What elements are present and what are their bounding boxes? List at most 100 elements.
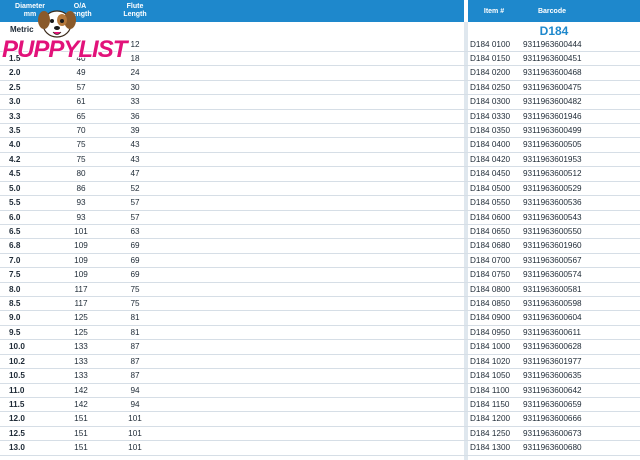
oa-length-cell: 151 <box>74 428 88 438</box>
table-row: 11.0 142 94 D184 1100 9311963600642 <box>0 384 640 398</box>
item-number-cell: D184 0350 <box>470 126 511 136</box>
oa-length-cell: 133 <box>74 371 88 381</box>
oa-length-cell: 117 <box>74 299 88 309</box>
flute-length-cell: 33 <box>130 97 140 107</box>
flute-length-cell: 57 <box>130 198 140 208</box>
flute-length-cell: 81 <box>130 313 140 323</box>
item-number-cell: D184 0150 <box>470 53 511 63</box>
barcode-cell: 9311963600475 <box>523 82 582 92</box>
flute-length-cell: 75 <box>130 299 140 309</box>
barcode-cell: 9311963600444 <box>523 39 582 49</box>
item-number-cell: D184 0250 <box>470 82 511 92</box>
oa-length-cell: 109 <box>74 270 88 280</box>
item-number-cell: D184 0200 <box>470 68 511 78</box>
flute-length-cell: 52 <box>130 183 140 193</box>
flute-length-cell: 47 <box>130 169 140 179</box>
oa-length-cell: 61 <box>76 97 86 107</box>
oa-length-cell: 133 <box>74 356 88 366</box>
flute-length-cell: 101 <box>128 414 142 424</box>
table-row: 10.5 133 87 D184 1050 9311963600635 <box>0 369 640 384</box>
oa-length-cell: 86 <box>76 183 86 193</box>
diameter-cell: 8.0 <box>9 284 21 294</box>
barcode-cell: 9311963600673 <box>523 428 582 438</box>
flute-length-cell: 43 <box>130 154 140 164</box>
barcode-cell: 9311963600574 <box>523 270 582 280</box>
diameter-cell: 4.2 <box>9 154 21 164</box>
oa-length-cell: 80 <box>76 169 86 179</box>
oa-length-cell: 70 <box>76 126 86 136</box>
flute-length-cell: 43 <box>130 140 140 150</box>
flute-length-cell: 75 <box>130 284 140 294</box>
table-row: 12.0 151 101 D184 1200 9311963600666 <box>0 412 640 427</box>
barcode-cell: 9311963600659 <box>523 400 582 409</box>
table-row: 9.0 125 81 D184 0900 9311963600604 <box>0 311 640 326</box>
oa-length-cell: 49 <box>76 68 86 78</box>
diameter-cell: 12.5 <box>9 428 25 438</box>
item-number-cell: D184 1100 <box>470 385 510 395</box>
oa-length-cell: 133 <box>74 342 88 352</box>
flute-length-cell: 39 <box>130 126 140 136</box>
barcode-cell: 9311963600550 <box>523 226 582 236</box>
flute-length-cell: 101 <box>128 428 142 438</box>
item-number-cell: D184 0500 <box>470 183 511 193</box>
flute-length-cell: 69 <box>130 255 140 265</box>
flute-length-cell: 101 <box>128 443 142 453</box>
flute-length-cell: 94 <box>130 400 140 409</box>
table-row: 12.5 151 101 D184 1250 9311963600673 <box>0 427 640 442</box>
item-number-cell: D184 0680 <box>470 241 511 251</box>
item-number-cell: D184 1250 <box>470 428 511 438</box>
oa-length-cell: 75 <box>76 154 86 164</box>
table-row: 6.5 101 63 D184 0650 9311963600550 <box>0 225 640 240</box>
table-row: 11.5 142 94 D184 1150 9311963600659 <box>0 398 640 413</box>
item-number-cell: D184 0100 <box>470 39 511 49</box>
barcode-cell: 9311963600581 <box>523 284 582 294</box>
diameter-cell: 6.5 <box>9 226 21 236</box>
item-number-cell: D184 1300 <box>470 443 511 453</box>
diameter-cell: 4.0 <box>9 140 21 150</box>
item-number-cell: D184 0950 <box>470 327 511 337</box>
barcode-cell: 9311963600680 <box>523 443 582 453</box>
oa-length-cell: 125 <box>74 327 88 337</box>
diameter-cell: 7.0 <box>9 255 21 265</box>
item-number-cell: D184 0850 <box>470 299 511 309</box>
diameter-cell: 12.0 <box>9 414 25 424</box>
diameter-cell: 9.5 <box>9 327 21 337</box>
diameter-cell: 10.0 <box>9 342 25 352</box>
barcode-cell: 9311963600598 <box>523 299 582 309</box>
flute-length-cell: 30 <box>130 82 140 92</box>
barcode-cell: 9311963601946 <box>523 111 582 121</box>
table-row: 3.0 61 33 D184 0300 9311963600482 <box>0 95 640 110</box>
barcode-cell: 9311963600468 <box>523 68 582 78</box>
barcode-cell: 9311963600635 <box>523 371 582 381</box>
barcode-cell: 9311963600512 <box>523 169 582 179</box>
oa-length-cell: 101 <box>74 226 88 236</box>
puppylist-logo: PUPPYLIST <box>1 6 132 64</box>
flute-length-cell: 57 <box>130 212 140 222</box>
table-row: 3.5 70 39 D184 0350 9311963600499 <box>0 124 640 139</box>
table-row: 4.2 75 43 D184 0420 9311963601953 <box>0 153 640 168</box>
diameter-cell: 3.3 <box>9 111 21 121</box>
oa-length-cell: 93 <box>76 198 86 208</box>
barcode-cell: 9311963600482 <box>523 97 582 107</box>
oa-length-cell: 65 <box>76 111 86 121</box>
flute-length-cell: 87 <box>130 342 140 352</box>
table-row: 6.0 93 57 D184 0600 9311963600543 <box>0 211 640 225</box>
diameter-cell: 8.5 <box>9 299 21 309</box>
table-row: 3.3 65 36 D184 0330 9311963601946 <box>0 110 640 124</box>
dog-logo-icon <box>38 10 76 38</box>
barcode-cell: 9311963600611 <box>523 327 581 337</box>
table-row: 4.5 80 47 D184 0450 9311963600512 <box>0 167 640 182</box>
diameter-cell: 3.5 <box>9 126 21 136</box>
item-number-cell: D184 0900 <box>470 313 511 323</box>
flute-length-cell: 87 <box>130 356 140 366</box>
flute-length-cell: 81 <box>130 327 140 337</box>
flute-length-cell: 36 <box>130 111 140 121</box>
table-row: 8.5 117 75 D184 0850 9311963600598 <box>0 297 640 312</box>
flute-length-cell: 69 <box>130 241 140 251</box>
flute-length-cell: 63 <box>130 226 140 236</box>
item-number-cell: D184 1050 <box>470 371 511 381</box>
item-number-cell: D184 0650 <box>470 226 511 236</box>
diameter-cell: 6.8 <box>9 241 21 251</box>
diameter-cell: 13.0 <box>9 443 25 453</box>
table-row: 5.0 86 52 D184 0500 9311963600529 <box>0 182 640 197</box>
